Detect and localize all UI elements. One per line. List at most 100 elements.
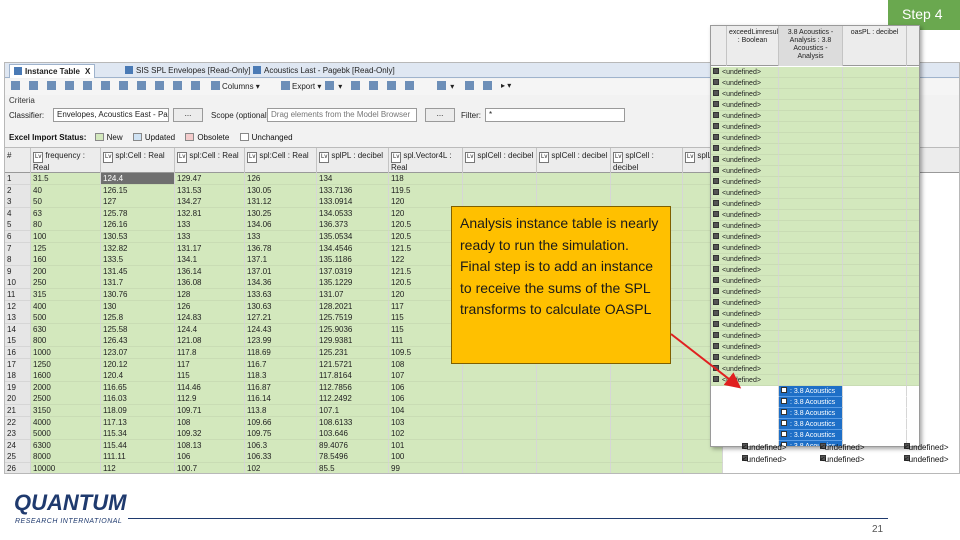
checkbox-icon[interactable] — [713, 354, 719, 360]
table-cell[interactable]: 103.646 — [317, 428, 389, 441]
table-cell[interactable]: 400 — [31, 300, 101, 313]
checkbox-icon[interactable] — [713, 68, 719, 74]
panel-row[interactable]: <undefined> — [711, 100, 919, 111]
table-cell[interactable]: 112.7856 — [317, 381, 389, 394]
table-cell[interactable]: 129.47 — [175, 173, 245, 185]
panel-row[interactable]: <undefined> — [711, 111, 919, 122]
table-cell[interactable] — [683, 451, 723, 464]
panel-cell-exceedlim[interactable] — [711, 430, 779, 441]
panel-cell-oaspl[interactable] — [843, 232, 907, 243]
panel-cell-exceedlim[interactable]: <undefined> — [711, 89, 779, 100]
panel-cell-exceedlim[interactable]: <undefined> — [711, 210, 779, 221]
panel-row[interactable]: <undefined> — [711, 155, 919, 166]
panel-row[interactable]: <undefined> — [711, 89, 919, 100]
checkbox-icon[interactable] — [713, 222, 719, 228]
export-button[interactable]: Export ▾ — [281, 81, 321, 93]
panel-cell-exceedlim[interactable]: <undefined> — [711, 177, 779, 188]
table-cell[interactable]: 126 — [175, 300, 245, 313]
table-cell[interactable]: 133.7136 — [317, 184, 389, 197]
table-cell[interactable]: 1250 — [31, 358, 101, 371]
panel-cell-exceedlim[interactable]: <undefined> — [711, 155, 779, 166]
table-cell[interactable]: 117.8 — [175, 347, 245, 359]
table-cell[interactable] — [463, 439, 537, 452]
table-cell[interactable]: 1000 — [31, 347, 101, 359]
table-cell[interactable]: 50 — [31, 196, 101, 209]
checkbox-icon[interactable] — [713, 376, 719, 382]
table-cell[interactable]: 106 — [389, 393, 463, 406]
table-cell[interactable] — [611, 439, 683, 452]
panel-row[interactable]: : 3.8 Acoustics — [711, 397, 919, 408]
table-cell[interactable]: 109.32 — [175, 428, 245, 441]
panel-cell-acoustics[interactable] — [779, 276, 843, 287]
table-cell[interactable]: 200 — [31, 265, 101, 278]
table-cell[interactable]: 130.25 — [245, 207, 317, 220]
table-cell[interactable]: 127 — [101, 196, 175, 209]
classifier-browse-button[interactable]: ... — [173, 108, 203, 122]
panel-cell-exceedlim[interactable]: <undefined> — [711, 309, 779, 320]
panel-row[interactable]: <undefined> — [711, 254, 919, 265]
panel-cell-oaspl[interactable] — [843, 89, 907, 100]
panel-row[interactable]: : 3.8 Acoustics — [711, 408, 919, 419]
panel-cell-exceedlim[interactable]: <undefined> — [711, 265, 779, 276]
panel-cell-exceedlim[interactable]: <undefined> — [711, 188, 779, 199]
checkbox-icon[interactable] — [713, 332, 719, 338]
table-cell[interactable]: 109.71 — [175, 405, 245, 417]
checkbox-icon[interactable] — [713, 255, 719, 261]
panel-cell-exceedlim[interactable]: <undefined> — [711, 133, 779, 144]
table-cell[interactable]: 130.05 — [245, 184, 317, 197]
panel-cell-exceedlim[interactable] — [711, 386, 779, 397]
table-cell[interactable] — [463, 393, 537, 406]
table-cell[interactable]: 125 — [31, 242, 101, 255]
panel-cell-exceedlim[interactable] — [711, 397, 779, 408]
panel-cell-oaspl[interactable] — [843, 166, 907, 177]
table-cell[interactable]: 116.7 — [245, 358, 317, 371]
panel-cell-acoustics[interactable] — [779, 298, 843, 309]
table-cell[interactable] — [463, 184, 537, 197]
panel-row[interactable]: <undefined> — [711, 287, 919, 298]
table-cell[interactable]: 130.76 — [101, 289, 175, 301]
panel-cell-acoustics[interactable] — [779, 177, 843, 188]
table-cell[interactable]: 117.13 — [101, 416, 175, 429]
add-row-button[interactable] — [11, 81, 22, 93]
panel-row[interactable]: <undefined> — [711, 199, 919, 210]
panel-cell-acoustics[interactable] — [779, 188, 843, 199]
column-header[interactable]: Lv spl:Cell : Real — [245, 148, 317, 174]
panel-cell-exceedlim[interactable]: <undefined> — [711, 144, 779, 155]
panel-cell-acoustics[interactable]: : 3.8 Acoustics — [779, 408, 843, 419]
panel-cell-acoustics[interactable] — [779, 78, 843, 89]
checkbox-icon[interactable] — [713, 79, 719, 85]
back-button[interactable] — [465, 81, 476, 93]
table-cell[interactable] — [463, 416, 537, 429]
panel-cell-oaspl[interactable] — [843, 397, 907, 408]
table-cell[interactable]: 123.07 — [101, 347, 175, 359]
table-cell[interactable]: 108.13 — [175, 439, 245, 452]
panel-cell-exceedlim[interactable]: <undefined> — [711, 364, 779, 375]
table-cell[interactable]: 800 — [31, 335, 101, 348]
table-cell[interactable]: 128.2021 — [317, 300, 389, 313]
table-cell[interactable]: 107.1 — [317, 405, 389, 417]
table-cell[interactable]: 120.12 — [101, 358, 175, 371]
table-cell[interactable]: 63 — [31, 207, 101, 220]
remove-row-button[interactable] — [29, 81, 40, 93]
panel-row[interactable]: <undefined> — [711, 364, 919, 375]
checkbox-icon[interactable] — [713, 134, 719, 140]
table-cell[interactable] — [463, 428, 537, 441]
table-cell[interactable] — [611, 428, 683, 441]
table-cell[interactable]: 126.15 — [101, 184, 175, 197]
expand-button[interactable] — [191, 81, 202, 93]
table-cell[interactable] — [463, 173, 537, 185]
table-cell[interactable] — [463, 405, 537, 417]
table-cell[interactable]: 137.01 — [245, 265, 317, 278]
table-cell[interactable]: 130.63 — [245, 300, 317, 313]
table-cell[interactable]: 40 — [31, 184, 101, 197]
table-cell[interactable]: 118.09 — [101, 405, 175, 417]
table-cell[interactable]: 100 — [31, 231, 101, 243]
panel-cell-exceedlim[interactable]: <undefined> — [711, 375, 779, 386]
table-cell[interactable] — [537, 416, 611, 429]
panel-row[interactable]: : 3.8 Acoustics — [711, 386, 919, 397]
panel-row[interactable]: <undefined> — [711, 331, 919, 342]
panel-row[interactable]: <undefined> — [711, 375, 919, 386]
panel-cell-oaspl[interactable] — [843, 309, 907, 320]
panel-cell-oaspl[interactable] — [843, 144, 907, 155]
table-cell[interactable]: 134.27 — [175, 196, 245, 209]
